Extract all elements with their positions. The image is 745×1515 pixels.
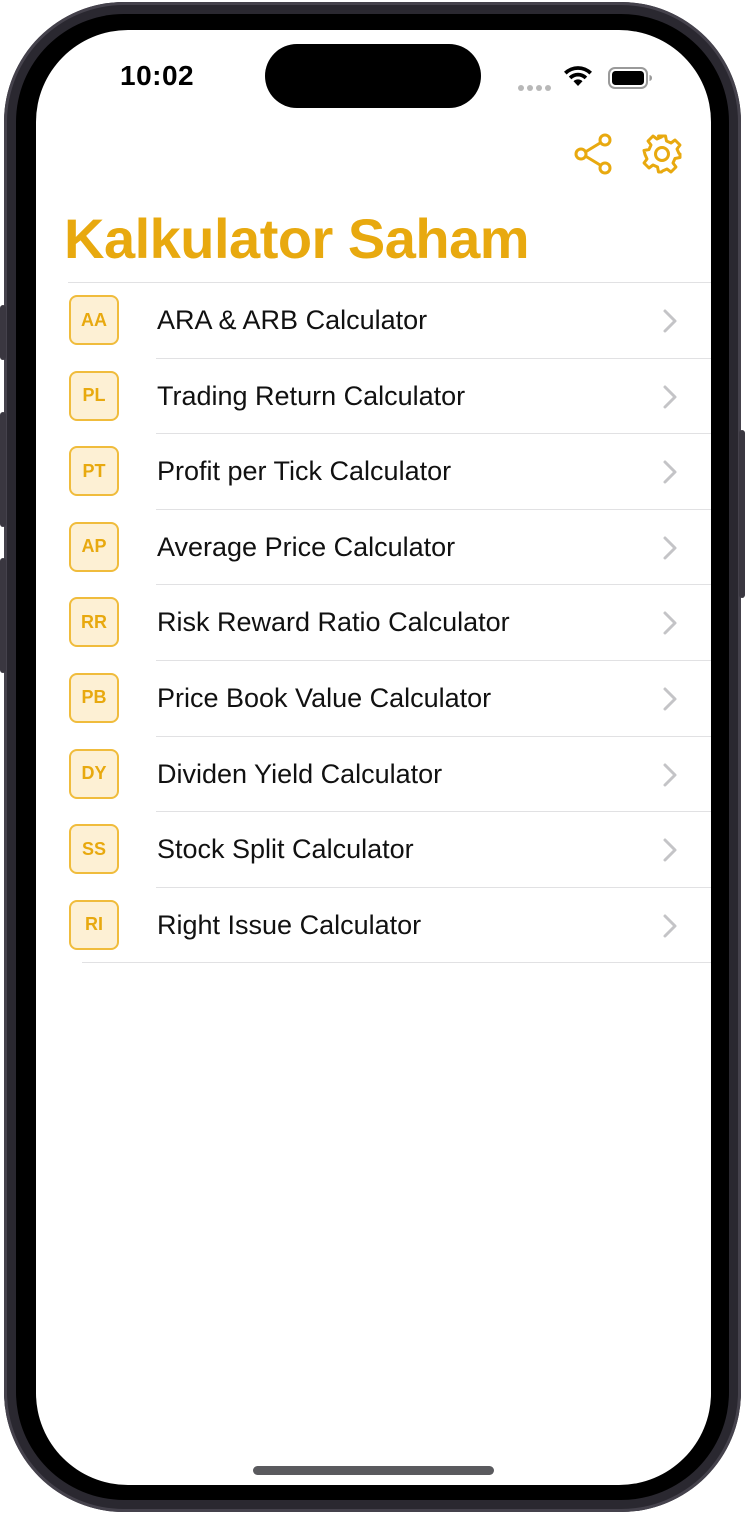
calculator-label: Price Book Value Calculator: [157, 682, 492, 713]
settings-button[interactable]: [640, 132, 684, 176]
calculator-label: Average Price Calculator: [157, 531, 456, 562]
calculator-badge: PT: [69, 446, 119, 497]
calculator-label: Profit per Tick Calculator: [157, 456, 452, 487]
chevron-right-icon: [663, 385, 677, 409]
share-button[interactable]: [572, 132, 616, 176]
battery-icon: [608, 67, 652, 89]
chevron-right-icon: [663, 460, 677, 484]
calculator-badge: AP: [69, 521, 119, 572]
row-separator: [82, 962, 711, 964]
screen: 10:02 Kalkulator Saham AA ARA & ARB Calc…: [36, 30, 711, 1485]
list-item[interactable]: AP Average Price Calculator: [68, 510, 711, 586]
chevron-right-icon: [663, 611, 677, 635]
calculator-badge: PB: [69, 672, 119, 723]
calculator-label: Risk Reward Ratio Calculator: [157, 607, 510, 638]
chevron-right-icon: [663, 763, 677, 787]
power-button: [739, 430, 745, 598]
calculator-label: Right Issue Calculator: [157, 909, 422, 940]
calculator-badge: RR: [69, 597, 119, 648]
home-indicator[interactable]: [253, 1466, 494, 1475]
chevron-right-icon: [663, 536, 677, 560]
volume-down-button: [0, 558, 6, 673]
calculator-label: Trading Return Calculator: [157, 380, 466, 411]
list-item[interactable]: PB Price Book Value Calculator: [68, 661, 711, 737]
calculator-label: Stock Split Calculator: [157, 834, 414, 865]
calculator-badge: PL: [69, 370, 119, 421]
cellular-signal-icon: [518, 78, 554, 96]
status-time: 10:02: [120, 60, 195, 91]
chevron-right-icon: [663, 914, 677, 938]
action-button: [0, 305, 6, 360]
calculator-badge: SS: [69, 824, 119, 875]
dynamic-island: [265, 44, 481, 108]
list-item[interactable]: DY Dividen Yield Calculator: [68, 737, 711, 813]
list-item[interactable]: PT Profit per Tick Calculator: [68, 434, 711, 510]
chevron-right-icon: [663, 309, 677, 333]
list-item[interactable]: PL Trading Return Calculator: [68, 359, 711, 435]
list-item[interactable]: AA ARA & ARB Calculator: [68, 283, 711, 359]
list-item[interactable]: RR Risk Reward Ratio Calculator: [68, 585, 711, 661]
calculator-label: ARA & ARB Calculator: [157, 305, 428, 335]
share-icon: [574, 133, 612, 175]
gear-icon: [642, 134, 682, 174]
list-item[interactable]: RI Right Issue Calculator: [68, 888, 711, 964]
calculator-badge: RI: [69, 899, 119, 950]
chevron-right-icon: [663, 838, 677, 862]
calculator-badge: DY: [69, 748, 119, 799]
calculator-badge: AA: [69, 295, 119, 345]
chevron-right-icon: [663, 687, 677, 711]
calculator-list: AA ARA & ARB Calculator PL Trading Return C…: [68, 282, 711, 964]
volume-up-button: [0, 412, 6, 527]
calculator-label: Dividen Yield Calculator: [157, 758, 443, 789]
status-icons: [518, 64, 658, 92]
list-item[interactable]: SS Stock Split Calculator: [68, 812, 711, 888]
page-title: Kalkulator Saham: [64, 207, 530, 270]
wifi-icon: [564, 66, 592, 86]
